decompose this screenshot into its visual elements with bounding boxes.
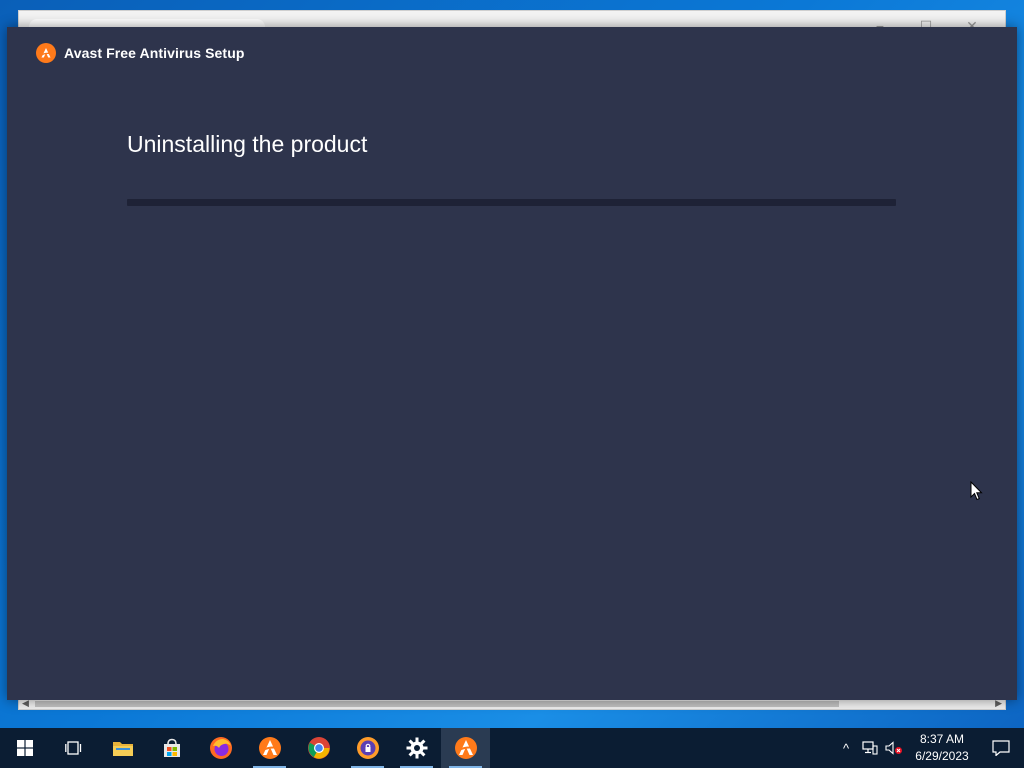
progress-bar: [127, 199, 896, 206]
scrollbar-thumb[interactable]: [35, 701, 839, 707]
avast-icon: [454, 737, 477, 759]
gear-icon: [406, 737, 427, 759]
action-center-button[interactable]: [978, 728, 1024, 768]
folder-icon: [112, 742, 133, 756]
clock-time: 8:37 AM: [919, 732, 965, 746]
firefox-button[interactable]: [196, 728, 245, 768]
avast-secure-browser-icon: [356, 737, 379, 759]
microsoft-store-button[interactable]: [147, 728, 196, 768]
windows-logo-icon: [16, 740, 33, 756]
firefox-icon: [209, 737, 232, 759]
start-button[interactable]: [0, 728, 49, 768]
avast-logo-icon: [36, 43, 56, 63]
show-hidden-icons-chevron-icon[interactable]: ^: [834, 728, 858, 768]
avast-button[interactable]: [245, 728, 294, 768]
chrome-icon: [307, 737, 330, 759]
chrome-button[interactable]: [294, 728, 343, 768]
avast-setup-window: Avast Free Antivirus Setup Uninstalling …: [7, 27, 1017, 700]
system-tray: ^ 8:37 AM 6/29/2023: [834, 728, 1024, 768]
clock[interactable]: 8:37 AM 6/29/2023: [906, 731, 978, 765]
installer-header: Avast Free Antivirus Setup: [36, 43, 245, 63]
network-icon[interactable]: [858, 728, 882, 768]
task-view-button[interactable]: [49, 728, 98, 768]
avast-secure-browser-button[interactable]: [343, 728, 392, 768]
notification-icon: [992, 740, 1010, 756]
avast-icon: [258, 737, 281, 759]
status-heading: Uninstalling the product: [127, 131, 368, 157]
taskbar: ^ 8:37 AM 6/29/2023: [0, 728, 1024, 768]
task-view-icon: [64, 741, 81, 755]
store-icon: [163, 738, 180, 757]
mouse-cursor-icon: [970, 481, 983, 501]
volume-muted-icon[interactable]: [882, 728, 906, 768]
app-title: Avast Free Antivirus Setup: [64, 45, 245, 61]
settings-button[interactable]: [392, 728, 441, 768]
file-explorer-button[interactable]: [98, 728, 147, 768]
avast-setup-button[interactable]: [441, 728, 490, 768]
clock-date: 6/29/2023: [915, 749, 969, 763]
